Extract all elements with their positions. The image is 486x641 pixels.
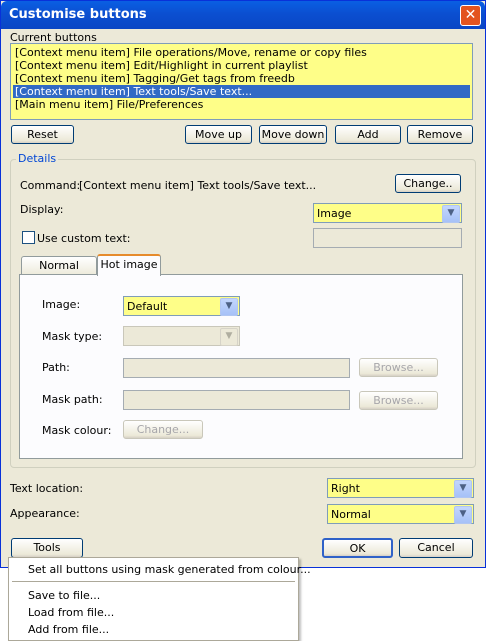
current-buttons-list[interactable]: [Context menu item] File operations/Move… bbox=[10, 43, 473, 120]
window-title: Customise buttons bbox=[9, 7, 147, 22]
text-location-label: Text location: bbox=[10, 482, 84, 495]
image-label: Image: bbox=[42, 298, 81, 311]
display-label: Display: bbox=[20, 203, 64, 216]
move-up-button[interactable]: Move up bbox=[185, 125, 252, 144]
tab-hot-image[interactable]: Hot image bbox=[97, 254, 161, 276]
cancel-button[interactable]: Cancel bbox=[399, 538, 473, 558]
menu-item-load-from-file[interactable]: Load from file... bbox=[28, 606, 114, 619]
list-item[interactable]: [Context menu item] Edit/Highlight in cu… bbox=[13, 59, 470, 72]
command-label: Command: bbox=[20, 179, 81, 192]
mask-type-select[interactable]: ▼ bbox=[123, 326, 240, 346]
move-down-button[interactable]: Move down bbox=[259, 125, 327, 144]
title-bar[interactable]: Customise buttons ✕ bbox=[1, 1, 485, 29]
mask-path-label: Mask path: bbox=[42, 393, 103, 406]
mask-path-input[interactable] bbox=[123, 390, 350, 410]
menu-item-save-to-file[interactable]: Save to file... bbox=[28, 589, 100, 602]
tools-menu: Set all buttons using mask generated fro… bbox=[8, 557, 311, 641]
chevron-down-icon[interactable]: ▼ bbox=[220, 298, 238, 316]
command-value: [Context menu item] Text tools/Save text… bbox=[79, 179, 317, 192]
list-item[interactable]: [Main menu item] File/Preferences bbox=[13, 98, 470, 111]
menu-item-set-all-buttons-mask[interactable]: Set all buttons using mask generated fro… bbox=[28, 563, 311, 576]
list-item[interactable]: [Context menu item] File operations/Move… bbox=[13, 46, 470, 59]
appearance-label: Appearance: bbox=[10, 507, 80, 520]
path-label: Path: bbox=[42, 361, 70, 374]
close-icon: ✕ bbox=[464, 7, 477, 23]
menu-item-add-from-file[interactable]: Add from file... bbox=[28, 623, 109, 636]
chevron-down-icon[interactable]: ▼ bbox=[454, 506, 472, 524]
mask-type-label: Mask type: bbox=[42, 330, 103, 343]
display-select[interactable]: Image ▼ bbox=[313, 203, 462, 223]
details-group-label: Details bbox=[16, 152, 59, 165]
reset-button[interactable]: Reset bbox=[11, 125, 74, 144]
change-command-button[interactable]: Change.. bbox=[395, 174, 461, 193]
custom-text-input[interactable] bbox=[313, 228, 462, 248]
menu-separator bbox=[12, 581, 295, 582]
list-item-selected[interactable]: [Context menu item] Text tools/Save text… bbox=[13, 85, 470, 98]
chevron-down-icon: ▼ bbox=[220, 328, 238, 346]
image-select-value: Default bbox=[127, 300, 168, 313]
ok-button[interactable]: OK bbox=[322, 538, 393, 558]
list-item[interactable]: [Context menu item] Tagging/Get tags fro… bbox=[13, 72, 470, 85]
appearance-select[interactable]: Normal ▼ bbox=[327, 504, 474, 524]
use-custom-text-label[interactable]: Use custom text: bbox=[37, 232, 130, 245]
image-select[interactable]: Default ▼ bbox=[123, 296, 240, 316]
text-location-select[interactable]: Right ▼ bbox=[327, 478, 474, 498]
change-mask-colour-button[interactable]: Change... bbox=[123, 420, 203, 439]
remove-button[interactable]: Remove bbox=[407, 125, 473, 144]
tools-button[interactable]: Tools bbox=[11, 538, 83, 558]
add-button[interactable]: Add bbox=[335, 125, 401, 144]
chevron-down-icon[interactable]: ▼ bbox=[454, 480, 472, 498]
use-custom-text-checkbox[interactable] bbox=[22, 231, 35, 244]
tab-normal-image[interactable]: Normal image bbox=[21, 256, 97, 290]
path-input[interactable] bbox=[123, 358, 350, 378]
display-select-value: Image bbox=[317, 207, 352, 220]
mask-colour-label: Mask colour: bbox=[42, 424, 112, 437]
close-button[interactable]: ✕ bbox=[460, 5, 481, 26]
browse-path-button[interactable]: Browse... bbox=[359, 358, 438, 377]
appearance-value: Normal bbox=[331, 508, 371, 521]
browse-mask-path-button[interactable]: Browse... bbox=[359, 391, 438, 410]
text-location-value: Right bbox=[331, 482, 360, 495]
customise-buttons-dialog: Customise buttons ✕ Current buttons [Con… bbox=[0, 0, 486, 568]
chevron-down-icon[interactable]: ▼ bbox=[442, 205, 460, 223]
